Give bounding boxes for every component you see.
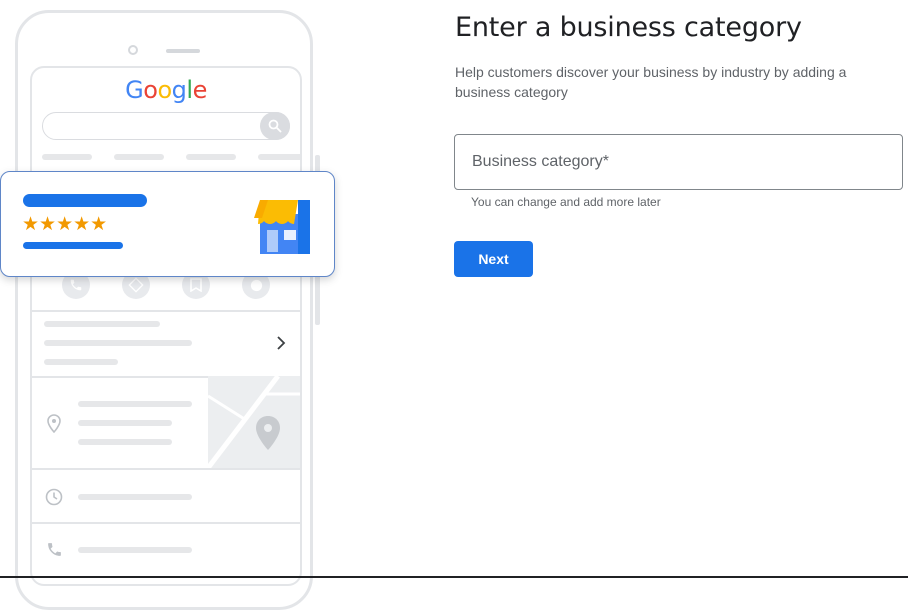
page-subtitle: Help customers discover your business by…: [455, 64, 847, 100]
tab-placeholder: [114, 154, 164, 160]
text-placeholder: [44, 359, 118, 365]
tab-placeholder: [186, 154, 236, 160]
divider: [32, 522, 300, 524]
business-name-placeholder: [23, 194, 147, 207]
business-category-input[interactable]: [470, 152, 902, 172]
business-category-field[interactable]: [454, 134, 903, 190]
business-detail-placeholder: [23, 242, 123, 249]
helper-text: You can change and add more later: [471, 195, 661, 209]
phone-speaker: [166, 49, 200, 53]
location-pin-icon: [46, 413, 62, 433]
logo-letter: G: [125, 76, 144, 104]
logo-letter: e: [192, 76, 208, 104]
text-placeholder: [78, 420, 172, 426]
next-button[interactable]: Next: [454, 241, 533, 277]
page-title: Enter a business category: [455, 12, 802, 43]
star-rating: ★★★★★: [22, 213, 108, 235]
chevron-right-icon: [274, 336, 288, 350]
business-card-overlay: ★★★★★: [0, 171, 335, 277]
divider: [32, 310, 300, 312]
phone-icon: [44, 539, 64, 559]
text-placeholder: [78, 401, 192, 407]
logo-letter: o: [157, 76, 172, 104]
phone-camera: [128, 45, 138, 55]
search-icon: [260, 112, 290, 140]
divider: [32, 468, 300, 470]
logo-letter: o: [143, 76, 158, 104]
text-placeholder: [78, 494, 192, 500]
business-profile-illustration: Google ★★★★★: [0, 0, 340, 610]
google-logo: Google: [32, 76, 300, 104]
text-placeholder: [78, 547, 192, 553]
phone-screen: Google: [30, 66, 302, 586]
tab-placeholder: [258, 154, 300, 160]
text-placeholder: [44, 340, 192, 346]
tab-placeholder: [42, 154, 92, 160]
text-placeholder: [78, 439, 172, 445]
clock-icon: [44, 487, 64, 507]
logo-letter: g: [171, 76, 187, 104]
storefront-icon: [252, 196, 314, 256]
map-thumbnail: [208, 376, 300, 468]
text-placeholder: [44, 321, 160, 327]
illustration-search-bar: [42, 112, 290, 140]
